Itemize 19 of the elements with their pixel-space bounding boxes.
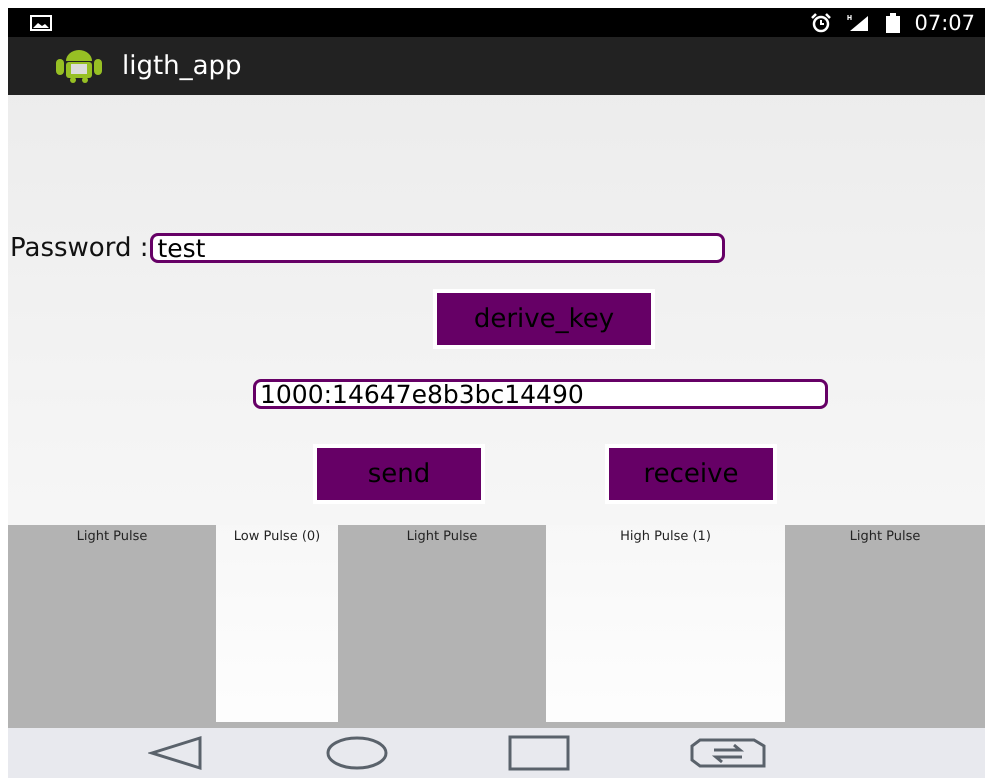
receive-button[interactable]: receive	[605, 444, 777, 504]
image-icon	[30, 14, 52, 30]
pulse-label: Light Pulse	[850, 528, 920, 546]
send-button[interactable]: send	[313, 444, 485, 504]
alarm-clock-icon	[810, 12, 832, 32]
pulse-label: Light Pulse	[76, 528, 148, 546]
app-title: ligth_app	[122, 51, 242, 81]
battery-icon	[886, 12, 900, 32]
key-field[interactable]: 1000:14647e8b3bc14490	[253, 379, 828, 409]
home-icon[interactable]	[326, 735, 388, 771]
pulse-label: Low Pulse (0)	[232, 528, 322, 546]
switch-icon[interactable]	[690, 738, 766, 768]
derive-key-button[interactable]: derive_key	[433, 289, 655, 349]
password-label: Password :	[9, 233, 148, 263]
recents-icon[interactable]	[508, 735, 570, 771]
clock-time: 07:07	[914, 10, 975, 34]
password-field[interactable]: test	[150, 233, 726, 263]
pulse-label: Light Pulse	[406, 528, 478, 546]
pulse-label: High Pulse (1)	[620, 528, 711, 546]
